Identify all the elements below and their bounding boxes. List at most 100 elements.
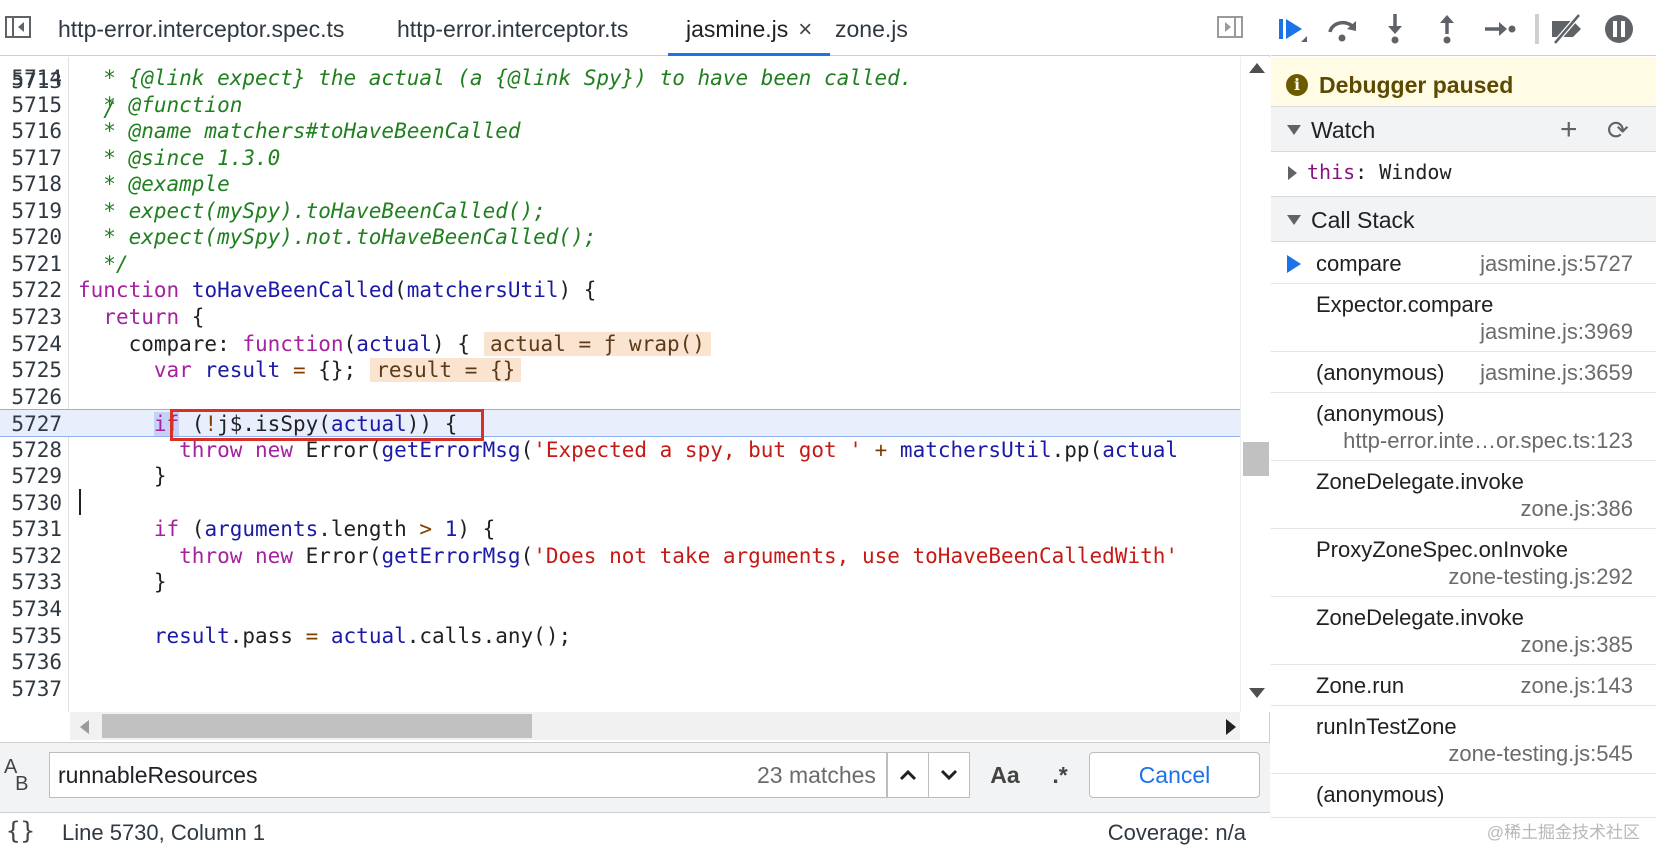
- code-token: function: [78, 278, 180, 303]
- toggle-debugger-sidebar-icon[interactable]: [1216, 14, 1244, 40]
- tab-http-error-interceptor-spec[interactable]: http-error.interceptor.spec.ts: [58, 0, 344, 56]
- frame-location-link[interactable]: zone-testing.js:292: [1448, 564, 1633, 590]
- line-number[interactable]: 5726: [0, 383, 62, 411]
- line-number[interactable]: 5715: [0, 91, 62, 119]
- line-number[interactable]: 5723: [0, 303, 62, 331]
- deactivate-breakpoints-icon[interactable]: [1549, 12, 1585, 46]
- code-token: matchersUtil: [899, 437, 1052, 462]
- frame-location-link[interactable]: http-error.inte…or.spec.ts:123: [1343, 428, 1633, 454]
- line-number[interactable]: 5721: [0, 250, 62, 278]
- watch-expression[interactable]: this: Window: [1271, 152, 1656, 196]
- cancel-search-button[interactable]: Cancel: [1089, 752, 1260, 798]
- regex-toggle[interactable]: .*: [1035, 752, 1085, 798]
- call-frame[interactable]: Zone.run zone.js:143: [1271, 665, 1656, 706]
- line-number[interactable]: 5733: [0, 568, 62, 596]
- tab-label: http-error.interceptor.ts: [397, 16, 629, 42]
- watch-section-header[interactable]: Watch + ⟳: [1271, 106, 1656, 152]
- next-match-button[interactable]: [928, 752, 970, 798]
- current-frame-arrow-icon: [1287, 255, 1301, 273]
- horizontal-scrollbar[interactable]: [70, 712, 1240, 740]
- line-number[interactable]: 5716: [0, 117, 62, 145]
- replace-toggle-icon[interactable]: A B: [4, 757, 38, 795]
- code-line: 5724 compare: function(actual) {actual =…: [0, 330, 1240, 358]
- code-token: (: [520, 543, 534, 568]
- vertical-scrollbar[interactable]: [1240, 57, 1270, 712]
- scroll-thumb[interactable]: [102, 714, 532, 738]
- line-number[interactable]: 5724: [0, 330, 62, 358]
- collapsed-triangle-icon[interactable]: [1288, 166, 1297, 180]
- tab-http-error-interceptor[interactable]: http-error.interceptor.ts: [397, 0, 628, 56]
- line-number[interactable]: 5734: [0, 595, 62, 623]
- coverage-status: Coverage: n/a: [1107, 820, 1246, 845]
- code-line: 5735 result.pass = actual.calls.any();: [0, 622, 1240, 650]
- code-view[interactable]: 5713 / 5714 * {@link expect} the actual …: [0, 57, 1240, 712]
- tab-jasmine[interactable]: jasmine.js ×: [668, 0, 831, 59]
- line-number[interactable]: 5732: [0, 542, 62, 570]
- line-number[interactable]: 5714: [0, 64, 62, 92]
- toggle-navigator-icon[interactable]: [4, 14, 32, 40]
- frame-location-link[interactable]: zone.js:143: [1520, 673, 1633, 699]
- line-number[interactable]: 5727: [0, 410, 62, 438]
- call-frame[interactable]: Expector.compare jasmine.js:3969: [1271, 284, 1656, 352]
- frame-location-link[interactable]: zone-testing.js:545: [1448, 741, 1633, 767]
- refresh-icon[interactable]: ⟳: [1607, 115, 1629, 146]
- code-token: 'Expected a spy, but got ': [533, 437, 862, 462]
- pause-on-exceptions-icon[interactable]: [1601, 12, 1637, 46]
- line-number[interactable]: 5728: [0, 436, 62, 464]
- code-text: */: [78, 251, 129, 276]
- add-watch-icon[interactable]: +: [1560, 113, 1578, 147]
- step-over-icon[interactable]: [1325, 12, 1361, 46]
- call-frame[interactable]: runInTestZone zone-testing.js:545: [1271, 706, 1656, 774]
- code-text: function toHaveBeenCalled(matchersUtil) …: [78, 276, 596, 304]
- previous-match-button[interactable]: [887, 752, 929, 798]
- close-icon[interactable]: ×: [798, 1, 812, 59]
- line-number[interactable]: 5729: [0, 462, 62, 490]
- scroll-up-arrow-icon[interactable]: [1249, 63, 1265, 73]
- call-frame[interactable]: (anonymous) jasmine.js:3659: [1271, 352, 1656, 393]
- line-number[interactable]: 5731: [0, 515, 62, 543]
- pretty-print-icon[interactable]: {}: [6, 817, 35, 845]
- expand-triangle-icon: [1287, 215, 1301, 225]
- step-into-icon[interactable]: [1377, 12, 1413, 46]
- frame-location-link[interactable]: zone.js:386: [1520, 496, 1633, 522]
- section-title: Watch: [1311, 117, 1376, 143]
- step-icon[interactable]: [1481, 12, 1517, 46]
- line-number[interactable]: 5722: [0, 276, 62, 304]
- line-number[interactable]: 5719: [0, 197, 62, 225]
- call-frame[interactable]: ProxyZoneSpec.onInvoke zone-testing.js:29…: [1271, 529, 1656, 597]
- inline-value-badge: result = {}: [370, 358, 522, 383]
- scroll-thumb[interactable]: [1243, 442, 1269, 476]
- line-number[interactable]: 5730: [0, 489, 62, 517]
- call-frame-current[interactable]: compare jasmine.js:5727: [1271, 243, 1656, 284]
- call-frame[interactable]: ZoneDelegate.invoke zone.js:385: [1271, 597, 1656, 665]
- call-frame[interactable]: ZoneDelegate.invoke zone.js:386: [1271, 461, 1656, 529]
- code-token: ) {: [558, 278, 597, 303]
- frame-location-link[interactable]: jasmine.js:3659: [1480, 360, 1633, 386]
- line-number[interactable]: 5725: [0, 356, 62, 384]
- tab-zone[interactable]: zone.js: [835, 0, 908, 56]
- match-case-toggle[interactable]: Aa: [975, 752, 1035, 798]
- frame-location-link[interactable]: jasmine.js:3969: [1480, 319, 1633, 345]
- scroll-left-arrow-icon[interactable]: [80, 720, 89, 734]
- code-line: 5716 * @name matchers#toHaveBeenCalled: [0, 117, 1240, 145]
- code-token: Error(: [292, 437, 382, 462]
- line-number[interactable]: 5718: [0, 170, 62, 198]
- scroll-right-arrow-icon[interactable]: [1226, 719, 1236, 735]
- line-number[interactable]: 5735: [0, 622, 62, 650]
- step-out-icon[interactable]: [1429, 12, 1465, 46]
- line-number[interactable]: 5736: [0, 648, 62, 676]
- line-number[interactable]: 5717: [0, 144, 62, 172]
- call-frame[interactable]: (anonymous) http-error.inte…or.spec.ts:12…: [1271, 393, 1656, 461]
- scroll-down-arrow-icon[interactable]: [1249, 688, 1265, 698]
- call-stack-section-header[interactable]: Call Stack: [1271, 196, 1656, 242]
- line-number[interactable]: 5737: [0, 675, 62, 703]
- resume-icon[interactable]: [1275, 12, 1311, 46]
- frame-location-link[interactable]: zone.js:385: [1520, 632, 1633, 658]
- info-icon: i: [1286, 74, 1308, 96]
- line-number[interactable]: 5720: [0, 223, 62, 251]
- frame-location-link[interactable]: jasmine.js:5727: [1480, 251, 1633, 277]
- call-frame[interactable]: (anonymous): [1271, 774, 1656, 818]
